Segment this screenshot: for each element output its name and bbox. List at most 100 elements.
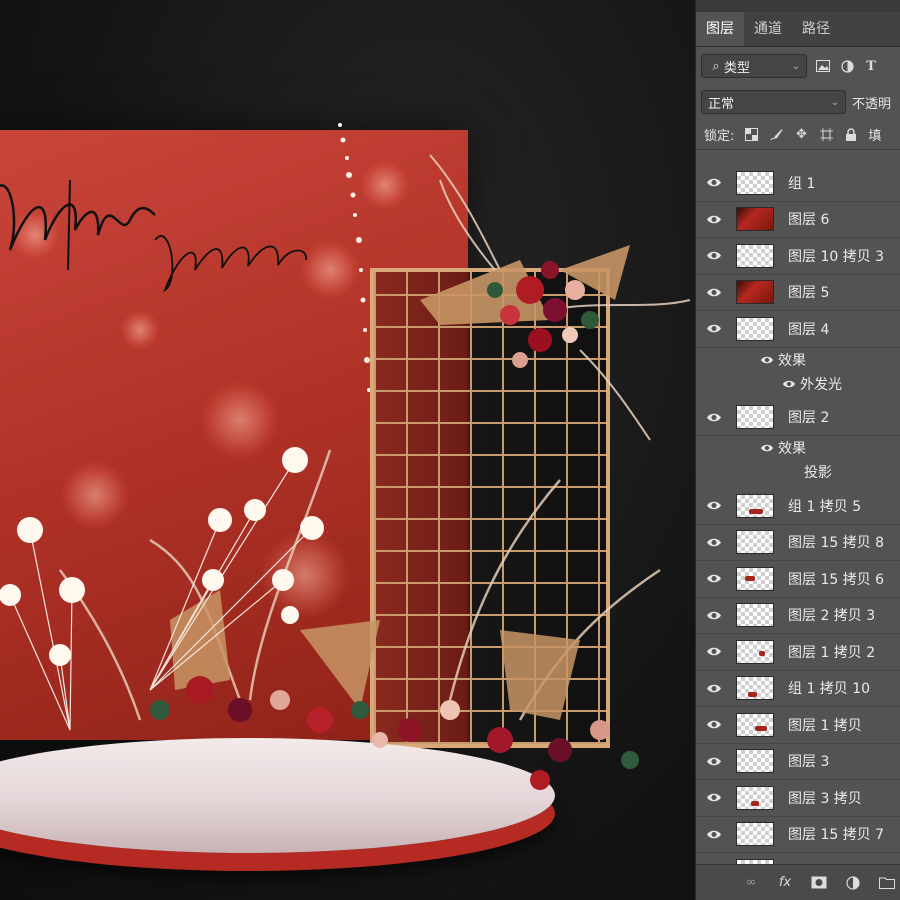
visibility-eye-icon[interactable] — [696, 573, 732, 584]
lock-transparent-pixels-icon[interactable] — [743, 126, 759, 142]
visibility-eye-icon[interactable] — [696, 250, 732, 261]
layer-name: 组 1 — [788, 175, 816, 192]
layer-thumbnail — [736, 785, 774, 810]
layer-name: 图层 4 — [788, 321, 830, 338]
visibility-eye-icon[interactable] — [696, 177, 732, 188]
lock-label: 锁定: — [704, 128, 735, 144]
visibility-eye-icon[interactable] — [696, 829, 732, 840]
layer-row[interactable]: 图层 15 拷贝 6 — [696, 561, 900, 598]
adjustment-filter-icon[interactable] — [839, 58, 855, 74]
layer-thumbnail — [736, 530, 774, 555]
visibility-eye-icon[interactable] — [696, 756, 732, 767]
visibility-eye-icon[interactable] — [696, 792, 732, 803]
lock-image-pixels-icon[interactable] — [768, 126, 784, 142]
lock-position-icon[interactable]: ✥ — [793, 126, 809, 142]
filter-label: 类型 — [724, 60, 751, 76]
layer-row[interactable]: 图层 6 — [696, 202, 900, 238]
layer-thumbnail — [736, 280, 774, 305]
layer-row[interactable]: 组 1 拷贝 10 — [696, 671, 900, 707]
layer-filter-row: ⌕ 类型 ⌄ T — [696, 47, 900, 85]
layer-row[interactable]: 图层 2 — [696, 400, 900, 436]
layer-name: 图层 10 拷贝 3 — [788, 248, 885, 265]
layer-name: 图层 15 拷贝 7 — [788, 827, 885, 844]
layer-row[interactable]: 组 1 — [696, 165, 900, 202]
effects-label: 效果 — [778, 352, 806, 369]
folder-icon[interactable] — [879, 875, 895, 891]
layer-kind-filter-dropdown[interactable]: ⌕ 类型 ⌄ — [701, 54, 807, 78]
layer-effect-item[interactable]: 外发光 — [696, 372, 900, 396]
fx-icon[interactable]: fx — [777, 875, 793, 891]
layer-row[interactable]: 图层 3 拷贝 — [696, 780, 900, 817]
layer-row[interactable]: 图层 1 拷贝 2 — [696, 634, 900, 671]
layer-thumbnail — [736, 676, 774, 701]
layer-effect-item[interactable]: 投影 — [696, 460, 900, 484]
thumbnail-content-mark — [749, 508, 763, 514]
visibility-eye-icon[interactable] — [696, 323, 732, 334]
layer-row[interactable]: 图层 1 拷贝 — [696, 707, 900, 744]
lock-row: 锁定: ✥ 填 — [696, 119, 900, 150]
tab-layers[interactable]: 图层 — [696, 12, 744, 46]
layer-row[interactable]: 图层 3 — [696, 744, 900, 780]
image-filter-icon[interactable] — [815, 58, 831, 74]
tab-paths[interactable]: 路径 — [792, 12, 840, 46]
document-canvas[interactable] — [0, 0, 695, 900]
fill-label: 填 — [868, 128, 882, 144]
visibility-eye-icon[interactable] — [696, 610, 732, 621]
layer-name: 图层 15 拷贝 6 — [788, 571, 885, 588]
layer-name: 组 1 拷贝 10 — [788, 681, 871, 698]
link-icon[interactable]: ∞ — [743, 875, 759, 891]
calligraphy-signature-art — [0, 179, 307, 293]
layer-row[interactable]: 图层 15 拷贝 8 — [696, 525, 900, 561]
layer-row[interactable]: 图层 2 拷贝 3 — [696, 598, 900, 634]
layer-thumbnail — [736, 566, 774, 591]
visibility-eye-icon[interactable] — [778, 379, 800, 389]
layer-name: 图层 1 拷贝 2 — [788, 644, 876, 661]
layer-row[interactable]: 图层 4 — [696, 311, 900, 348]
panel-title-strip — [696, 0, 900, 12]
visibility-eye-icon[interactable] — [756, 355, 778, 365]
layer-thumbnail — [736, 493, 774, 518]
visibility-eye-icon[interactable] — [696, 214, 732, 225]
visibility-eye-icon[interactable] — [696, 683, 732, 694]
tab-channels[interactable]: 通道 — [744, 12, 792, 46]
layer-thumbnail — [736, 712, 774, 737]
layers-panel: 图层 通道 路径 ⌕ 类型 ⌄ T 正常 ⌄ 不透明 锁定: ✥ 填 组 1 图… — [695, 0, 900, 900]
layer-effects-row[interactable]: 效果 — [696, 348, 900, 372]
effect-name: 外发光 — [800, 376, 842, 393]
layer-thumbnail — [736, 603, 774, 628]
layer-row[interactable]: 图层 15 拷贝 7 — [696, 817, 900, 853]
type-filter-icon[interactable]: T — [863, 58, 879, 74]
glowing-light-sticks-art — [0, 447, 324, 731]
visibility-eye-icon[interactable] — [696, 287, 732, 298]
visibility-eye-icon[interactable] — [696, 646, 732, 657]
layer-name: 图层 3 拷贝 — [788, 790, 862, 807]
blend-mode-dropdown[interactable]: 正常 ⌄ — [701, 90, 846, 114]
visibility-eye-icon[interactable] — [696, 412, 732, 423]
visibility-eye-icon[interactable] — [756, 443, 778, 453]
layer-row[interactable]: 图层 15 拷贝 6 — [696, 853, 900, 864]
lock-all-icon[interactable] — [843, 126, 859, 142]
mask-icon[interactable] — [811, 875, 827, 891]
layer-row[interactable]: 组 1 拷贝 5 — [696, 488, 900, 525]
visibility-eye-icon[interactable] — [696, 500, 732, 511]
thumbnail-content-mark — [748, 692, 757, 698]
layer-thumbnail — [736, 170, 774, 195]
effect-name: 投影 — [804, 465, 832, 481]
visibility-eye-icon[interactable] — [696, 537, 732, 548]
search-icon: ⌕ — [712, 58, 720, 74]
layer-row[interactable]: 图层 10 拷贝 3 — [696, 238, 900, 275]
layer-row[interactable]: 图层 5 — [696, 275, 900, 311]
adjustment-icon[interactable] — [845, 875, 861, 891]
fairy-light-string-art — [338, 123, 371, 392]
effects-label: 效果 — [778, 441, 806, 457]
layer-thumbnail — [736, 639, 774, 664]
layer-name: 图层 2 拷贝 3 — [788, 608, 876, 625]
blend-mode-row: 正常 ⌄ 不透明 — [696, 85, 900, 119]
floral-arrangement-top-art — [420, 154, 691, 441]
lock-artboard-icon[interactable] — [818, 126, 834, 142]
visibility-eye-icon[interactable] — [696, 719, 732, 730]
thumbnail-content-mark — [751, 800, 759, 806]
layer-name: 图层 5 — [788, 285, 830, 302]
layer-effects-row[interactable]: 效果 — [696, 436, 900, 460]
layer-name: 图层 6 — [788, 212, 830, 229]
